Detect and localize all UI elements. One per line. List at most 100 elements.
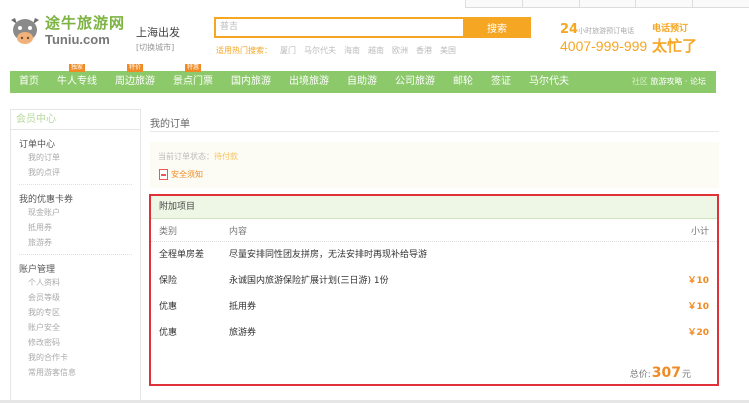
logo-text-en: Tuniu.com [45,31,110,47]
logo-text-cn: 途牛旅游网 [45,13,126,32]
nav-badge: 特价 [126,64,144,72]
guide-forum-links[interactable]: 旅游攻略 · 论坛 [650,77,706,86]
sidebar-item-security[interactable]: 账户安全 [11,320,140,335]
nav-item-label: 首页 [19,76,39,87]
utility-tab[interactable] [465,0,522,8]
phone-promo-line1: 电话预订 [652,24,689,34]
utility-tab[interactable] [635,0,693,8]
nav-item-visa[interactable]: 签证 [482,71,520,93]
sidebar-item-travel-coupons[interactable]: 旅游券 [11,235,140,250]
nav-item-company[interactable]: 公司旅游 [386,71,444,93]
sidebar-item-partner-card[interactable]: 我的合作卡 [11,350,140,365]
row-subtotal: ￥10 [687,276,709,286]
table-row: 优惠 抵用券 ￥10 [151,294,717,320]
row-subtotal [669,242,709,268]
row-subtotal: ￥10 [687,302,709,312]
row-content: 旅游券 [229,328,257,338]
hot-word-link[interactable]: 美国 [440,45,456,56]
hot-word-link[interactable]: 厦门 [280,45,296,56]
table-row: 优惠 旅游券 ￥20 [151,320,717,346]
hotline-number: 4007-999-999 [560,38,648,54]
table-row: 保险 永诚国内旅游保险扩展计划(三日游) 1份 ￥10 [151,268,717,294]
column-header-type: 类别 [159,227,178,237]
row-content: 抵用券 [229,302,257,312]
nav-item-label: 公司旅游 [395,76,435,87]
search-button[interactable]: 搜索 [463,17,531,38]
hot-word-link[interactable]: 香港 [416,45,432,56]
extras-column-headers: 类别 内容 小计 [151,222,717,242]
safety-notice-label: 安全须知 [171,170,203,179]
nav-item-maldives[interactable]: 马尔代夫 [520,71,578,93]
cow-logo-icon [11,18,39,44]
row-content: 永诚国内旅游保险扩展计划(三日游) 1份 [229,276,389,286]
utility-tab[interactable] [578,0,636,8]
nav-community-links: 社区 旅游攻略 · 论坛 [632,71,706,93]
sidebar-divider [19,254,132,255]
extras-panel: 附加项目 类别 内容 小计 全程单房差 尽量安排同性团友拼房，无法安排时再现补给… [149,194,719,386]
utility-tab[interactable] [521,0,579,8]
sidebar-item-vouchers[interactable]: 抵用券 [11,220,140,235]
order-status: 当前订单状态：待付款 [158,151,238,162]
sidebar-divider [19,184,132,185]
community-link[interactable]: 社区 [632,77,648,86]
page-title: 我的订单 [150,119,190,130]
nav-item-label: 签证 [491,76,511,87]
sidebar-item-member-level[interactable]: 会员等级 [11,290,140,305]
nav-item-cruise[interactable]: 邮轮 [444,71,482,93]
sidebar-title: 会员中心 [11,110,140,130]
safety-notice-link[interactable]: 安全须知 [159,169,203,180]
nav-item-label: 邮轮 [453,76,473,87]
switch-city-link[interactable]: [切换城市] [136,42,180,53]
utility-tab[interactable] [692,0,749,8]
row-type: 全程单房差 [159,250,205,260]
hotline-caption-text: 小时旅游预订电话 [578,27,635,35]
departure-city: 上海出发 [切换城市] [136,24,180,53]
sidebar-item-travelers[interactable]: 常用游客信息 [11,365,140,380]
sidebar-item-change-password[interactable]: 修改密码 [11,335,140,350]
main-nav: 首页 独家牛人专线 特价周边旅游 特惠 景点门票 国内旅游 出境旅游 自助游 公司… [10,64,716,93]
member-sidebar: 会员中心 订单中心 我的订单 我的点评 我的优惠卡券 现金账户 抵用券 旅游券 … [10,109,141,403]
sidebar-item-profile[interactable]: 个人资料 [11,275,140,290]
total-label: 总价: [629,370,651,380]
hot-word-link[interactable]: 马尔代夫 [304,45,336,56]
sidebar-item-cash-account[interactable]: 现金账户 [11,205,140,220]
sidebar-item-my-reviews[interactable]: 我的点评 [11,165,140,180]
nav-badge: 独家 [68,64,86,72]
nav-item-self-guided[interactable]: 自助游 [338,71,386,93]
nav-item-home[interactable]: 首页 [10,71,48,93]
table-row: 全程单房差 尽量安排同性团友拼房，无法安排时再现补给导游 [151,242,717,268]
departure-city-label: 上海出发 [136,26,180,39]
nav-item-domestic[interactable]: 国内旅游 [222,71,280,93]
nav-item-label: 出境旅游 [289,76,329,87]
nav-item-label: 周边旅游 [115,76,155,87]
nav-item-label: 牛人专线 [57,76,97,87]
hot-word-link[interactable]: 海南 [344,45,360,56]
row-type: 保险 [159,276,178,286]
nav-item-label: 马尔代夫 [529,76,569,87]
row-type: 优惠 [159,328,178,338]
nav-item-tickets[interactable]: 特惠 景点门票 [164,64,222,93]
hot-search-label: 适用热门搜索： [216,46,272,55]
nav-item-nearby[interactable]: 特价 周边旅游 [106,64,164,93]
search-bar: 普吉 搜索 [214,17,531,38]
hotline: 24小时旅游预订电话 4007-999-999 [560,22,647,54]
search-input[interactable]: 普吉 [214,17,463,38]
order-status-box: 当前订单状态：待付款 安全须知 [150,142,719,188]
hot-word-link[interactable]: 欧洲 [392,45,408,56]
hot-word-link[interactable]: 越南 [368,45,384,56]
order-status-value: 待付款 [214,152,238,161]
sidebar-item-my-zone[interactable]: 我的专区 [11,305,140,320]
phone-promo[interactable]: 电话预订 太忙了 [652,21,697,56]
nav-item-outbound[interactable]: 出境旅游 [280,71,338,93]
nav-item-niuren[interactable]: 独家 牛人专线 [48,64,106,93]
nav-item-label: 自助游 [347,76,377,87]
site-logo[interactable]: 途牛旅游网 Tuniu.com [8,14,125,48]
column-header-content: 内容 [229,227,248,237]
title-divider [150,131,719,132]
extras-title: 附加项目 [151,196,717,219]
row-subtotal: ￥20 [687,328,709,338]
sidebar-item-my-orders[interactable]: 我的订单 [11,150,140,165]
sidebar-group-heading: 我的优惠卡券 [19,195,74,205]
total-amount: 307 [651,365,681,381]
sidebar-group-heading: 订单中心 [19,140,56,150]
